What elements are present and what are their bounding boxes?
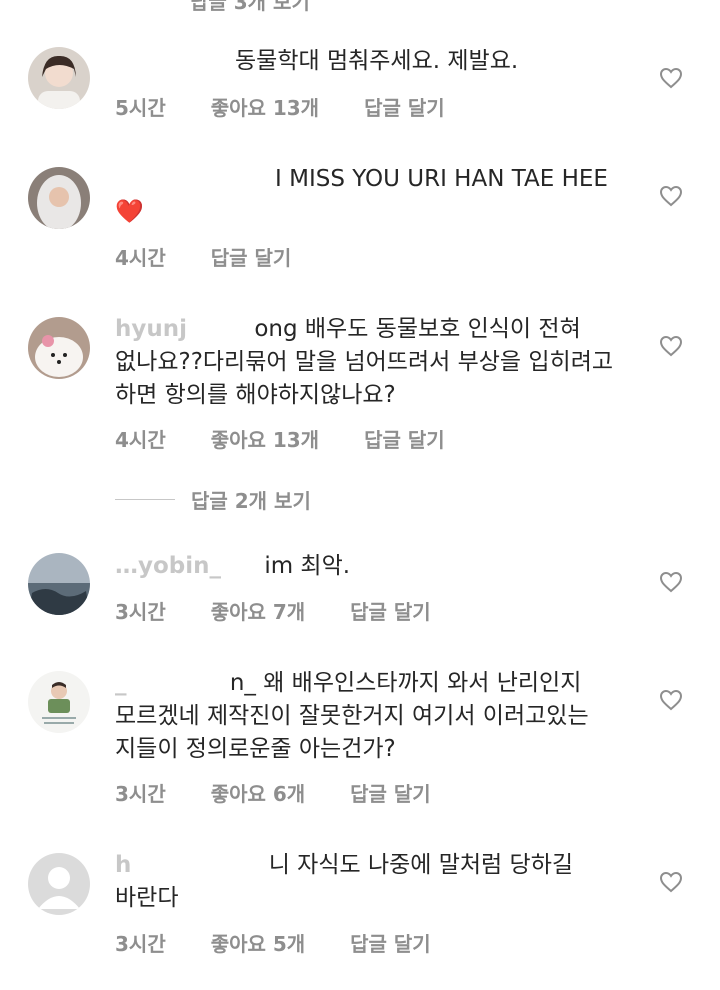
comment-time: 4시간 [115, 246, 166, 270]
avatar[interactable] [28, 671, 90, 733]
comment-meta: 5시간 좋아요 13개 답글 달기 [115, 92, 483, 121]
comment-likes[interactable]: 좋아요 13개 [211, 428, 319, 452]
comment-likes[interactable]: 좋아요 5개 [211, 932, 305, 956]
comment-body: im 최악. [264, 553, 351, 579]
comment-body: n_ 왜 배우인스타까지 와서 난리인지 모르겠네 제작진이 잘못한거지 여기서… [115, 670, 589, 762]
comment-meta: 3시간 좋아요 7개 답글 달기 [115, 596, 469, 625]
comment-time: 5시간 [115, 96, 166, 120]
like-heart-icon[interactable] [659, 571, 683, 593]
avatar[interactable] [28, 853, 90, 915]
reply-button[interactable]: 답글 달기 [350, 782, 431, 806]
comment-body: I MISS YOU URI HAN TAE HEE❤️ [115, 166, 608, 225]
comment-time: 3시간 [115, 932, 166, 956]
comment-username[interactable]: …yobin_ [115, 553, 221, 579]
comment-text: hyunj ong 배우도 동물보호 인식이 전혀 없나요??다리묶어 말을 넘… [115, 313, 635, 412]
reply-button[interactable]: 답글 달기 [350, 932, 431, 956]
comment-meta: 4시간 답글 달기 [115, 242, 329, 271]
comment-meta: 3시간 좋아요 6개 답글 달기 [115, 778, 469, 807]
comment-text: I MISS YOU URI HAN TAE HEE❤️ [115, 163, 635, 229]
avatar[interactable] [28, 167, 90, 229]
comment-meta: 4시간 좋아요 13개 답글 달기 [115, 424, 483, 453]
comment-username[interactable]: _ [115, 670, 127, 696]
comment-body: ong 배우도 동물보호 인식이 전혀 없나요??다리묶어 말을 넘어뜨려서 부… [115, 316, 614, 408]
view-replies-label[interactable]: 답글 2개 보기 [191, 485, 311, 514]
comment-time: 4시간 [115, 428, 166, 452]
reply-button[interactable]: 답글 달기 [350, 600, 431, 624]
comment-text: h 니 자식도 나중에 말처럼 당하길 바란다 [115, 849, 635, 915]
reply-button[interactable]: 답글 달기 [364, 96, 445, 120]
like-heart-icon[interactable] [659, 335, 683, 357]
avatar[interactable] [28, 317, 90, 379]
comment-text: 동물학대 멈춰주세요. 제발요. [115, 45, 635, 78]
comment-likes[interactable]: 좋아요 7개 [211, 600, 305, 624]
comment-body: 동물학대 멈춰주세요. 제발요. [235, 48, 519, 74]
avatar[interactable] [28, 47, 90, 109]
comment-text: …yobin_ im 최악. [115, 550, 635, 583]
comment-meta: 3시간 좋아요 5개 답글 달기 [115, 928, 469, 957]
like-heart-icon[interactable] [659, 689, 683, 711]
reply-button[interactable]: 답글 달기 [211, 246, 292, 270]
comment-username[interactable]: hyunj [115, 316, 187, 342]
reply-button[interactable]: 답글 달기 [364, 428, 445, 452]
avatar[interactable] [28, 553, 90, 615]
comment-likes[interactable]: 좋아요 13개 [211, 96, 319, 120]
comment-text: _ n_ 왜 배우인스타까지 와서 난리인지 모르겠네 제작진이 잘못한거지 여… [115, 667, 635, 766]
comment-time: 3시간 [115, 600, 166, 624]
like-heart-icon[interactable] [659, 185, 683, 207]
comment-body: 니 자식도 나중에 말처럼 당하길 바란다 [115, 852, 574, 911]
like-heart-icon[interactable] [659, 871, 683, 893]
comment-likes[interactable]: 좋아요 6개 [211, 782, 305, 806]
view-replies-cut[interactable]: 답글 3개 보기 [190, 0, 310, 15]
like-heart-icon[interactable] [659, 67, 683, 89]
comment-time: 3시간 [115, 782, 166, 806]
replies-divider [115, 498, 175, 500]
comment-username[interactable]: h [115, 852, 131, 878]
view-replies-button[interactable]: 답글 2개 보기 [115, 485, 311, 514]
